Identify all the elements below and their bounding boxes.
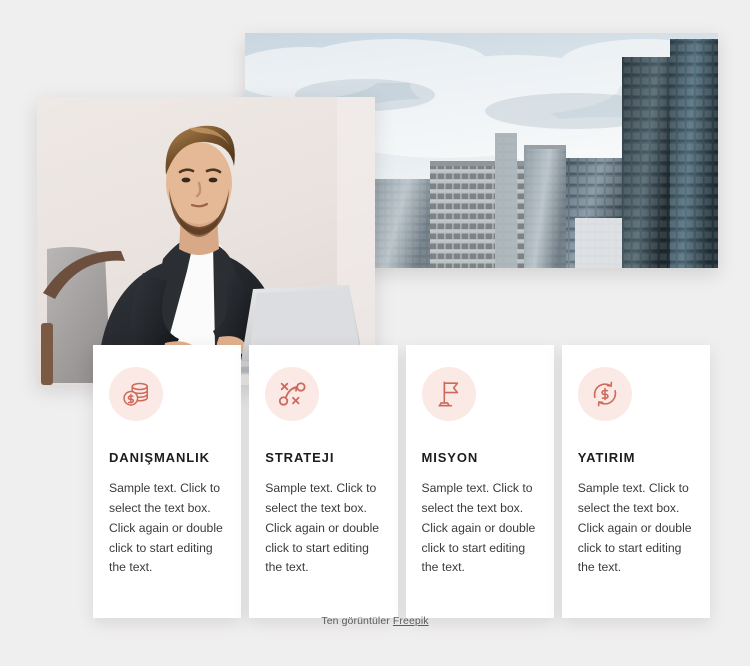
- icon-badge: [109, 367, 163, 421]
- strategy-tactics-icon: [279, 382, 306, 406]
- icon-badge: [577, 367, 632, 421]
- feature-cards-row: DANIŞMANLIK Sample text. Click to select…: [93, 345, 710, 619]
- card-title: STRATEJI: [265, 450, 335, 465]
- card-body-text: Sample text. Click to select the text bo…: [577, 481, 692, 575]
- card-body-text: Sample text. Click to select the text bo…: [109, 481, 223, 575]
- feature-card-strateji[interactable]: STRATEJI Sample text. Click to select th…: [249, 345, 398, 619]
- icon-badge: [265, 367, 320, 421]
- page-root: DANIŞMANLIK Sample text. Click to select…: [0, 0, 750, 666]
- currency-exchange-icon: [593, 381, 617, 407]
- flag-icon: [437, 381, 458, 407]
- businessman-laptop-photo: [37, 97, 375, 385]
- card-title: MISYON: [421, 450, 479, 465]
- coins-stack-icon: [123, 382, 148, 406]
- credit-link-freepik[interactable]: Freepik: [393, 615, 429, 627]
- feature-card-misyon[interactable]: MISYON Sample text. Click to select the …: [405, 345, 554, 619]
- feature-card-yatirim[interactable]: YATIRIM Sample text. Click to select the…: [561, 345, 710, 619]
- card-body-text: Sample text. Click to select the text bo…: [421, 481, 536, 575]
- feature-card-danismanlik[interactable]: DANIŞMANLIK Sample text. Click to select…: [93, 345, 242, 619]
- image-credit: Ten görüntüler Freepik: [0, 615, 750, 627]
- card-title: DANIŞMANLIK: [109, 450, 210, 465]
- businessman-illustration: [37, 97, 375, 385]
- icon-badge: [421, 367, 476, 421]
- credit-prefix: Ten görüntüler: [321, 615, 393, 627]
- card-title: YATIRIM: [577, 450, 636, 465]
- card-body-text: Sample text. Click to select the text bo…: [265, 481, 380, 575]
